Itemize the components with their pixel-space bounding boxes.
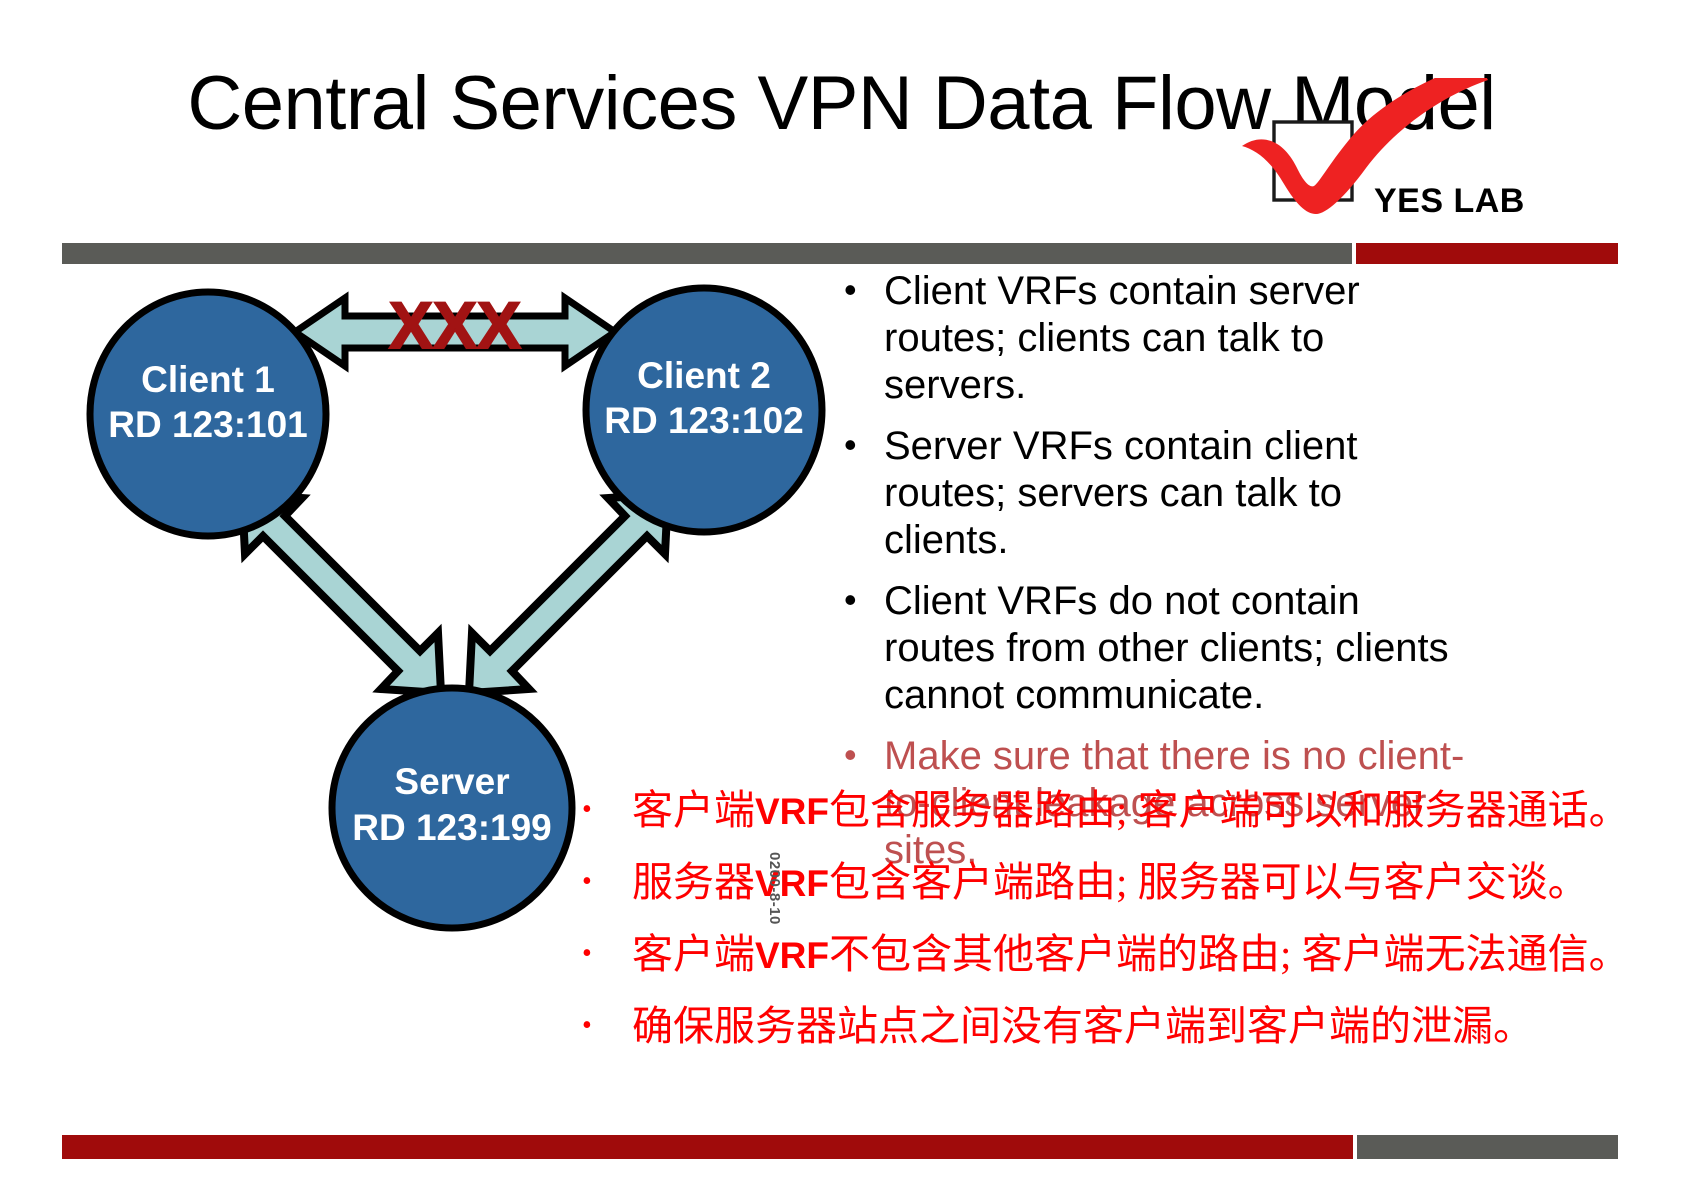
- node-client1: Client 1 RD 123:101: [86, 288, 330, 540]
- yes-lab-logo: YES LAB: [1226, 78, 1526, 243]
- list-item: 确保服务器站点之间没有客户端到客户端的泄漏。: [570, 1002, 1630, 1052]
- bottom-bar-red-segment: [62, 1135, 1353, 1159]
- list-item: 客户端VRF不包含其他客户端的路由; 客户端无法通信。: [570, 930, 1630, 980]
- node-client1-rd: RD 123:101: [108, 404, 308, 445]
- top-bar-gray-segment: [62, 243, 1352, 264]
- date-watermark: 0200-8-10: [766, 852, 783, 925]
- node-client1-name: Client 1: [141, 359, 275, 400]
- blocked-link-mark: XXX: [389, 288, 521, 362]
- link-client1-server-arrow: [237, 489, 446, 698]
- list-item: Client VRFs do not contain routes from o…: [836, 576, 1476, 719]
- cn-latin: VRF: [755, 791, 829, 832]
- chinese-bullet-list: 客户端VRF包含服务器路由; 客户端可以和服务器通话。 服务器VRF包含客户端路…: [570, 786, 1630, 1074]
- node-client2-rd: RD 123:102: [604, 400, 804, 441]
- cn-post: 不包含其他客户端的路由; 客户端无法通信。: [829, 931, 1630, 977]
- cn-post: 包含服务器路由; 客户端可以和服务器通话。: [829, 787, 1630, 833]
- list-item: Server VRFs contain client routes; serve…: [836, 421, 1476, 564]
- cn-pre: 服务器: [632, 859, 755, 905]
- node-client2: Client 2 RD 123:102: [582, 284, 826, 536]
- node-server: Server RD 123:199: [328, 684, 576, 932]
- node-client2-name: Client 2: [637, 355, 771, 396]
- list-item: 客户端VRF包含服务器路由; 客户端可以和服务器通话。: [570, 786, 1630, 836]
- logo-text: YES LAB: [1374, 182, 1525, 220]
- bottom-bar-gray-segment: [1357, 1135, 1618, 1159]
- list-item: 服务器VRF包含客户端路由; 服务器可以与客户交谈。: [570, 858, 1630, 908]
- list-item: Client VRFs contain server routes; clien…: [836, 266, 1476, 409]
- cn-post: 包含客户端路由; 服务器可以与客户交谈。: [829, 859, 1589, 905]
- cn-latin: VRF: [755, 935, 829, 976]
- node-server-rd: RD 123:199: [352, 807, 552, 848]
- cn-post: 确保服务器站点之间没有客户端到客户端的泄漏。: [632, 1003, 1534, 1049]
- link-client2-server-arrow: [464, 489, 673, 698]
- node-server-name: Server: [394, 761, 509, 802]
- cn-pre: 客户端: [632, 931, 755, 977]
- bottom-divider-bar: [62, 1135, 1618, 1159]
- cn-pre: 客户端: [632, 787, 755, 833]
- top-divider-bar: [62, 243, 1618, 264]
- top-bar-red-segment: [1356, 243, 1618, 264]
